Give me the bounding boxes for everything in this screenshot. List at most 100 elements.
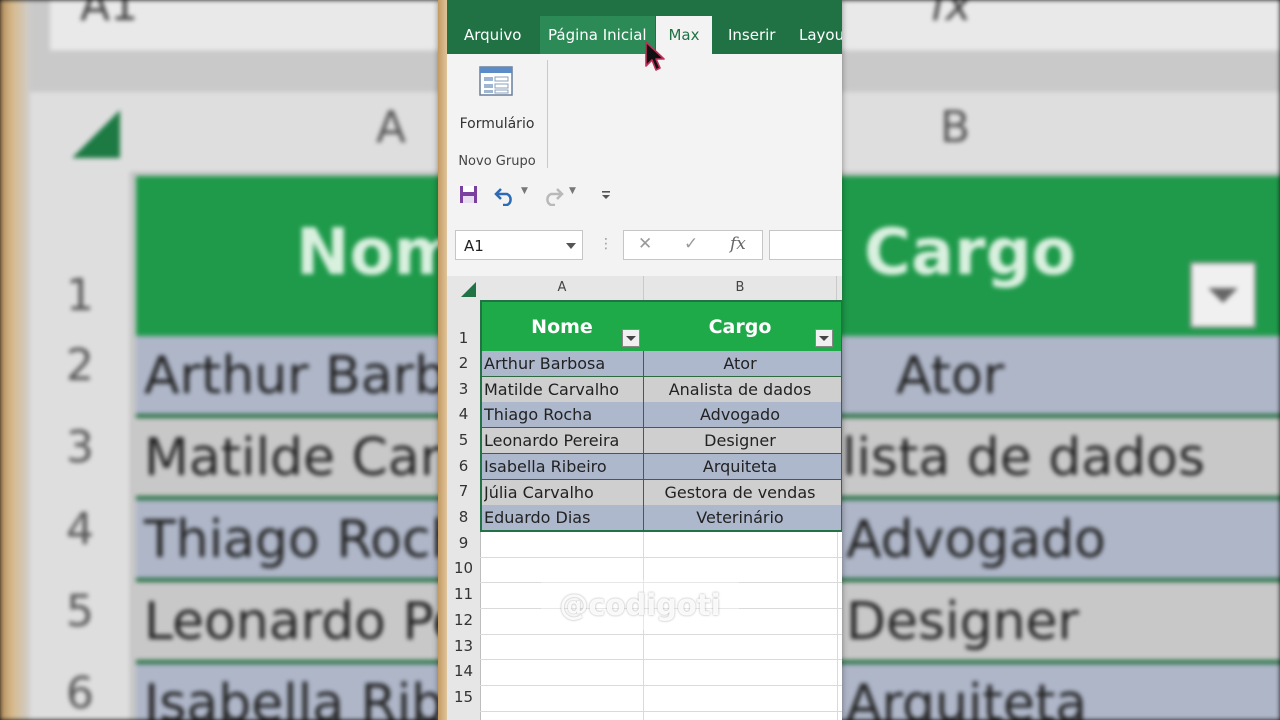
background-cell-nome: Isabella Ribe — [144, 674, 477, 720]
background-col-a: A — [376, 102, 407, 153]
redo-dropdown-icon[interactable]: ▼ — [569, 186, 576, 196]
cell-cargo[interactable]: Advogado — [644, 402, 836, 427]
window-edge — [438, 0, 447, 720]
row-headers: 1 2 3 4 5 6 7 8 9 10 11 12 13 14 15 — [447, 300, 481, 720]
cell-cargo[interactable]: Ator — [644, 351, 836, 376]
background-cell-cargo: lista de dados — [842, 428, 1206, 488]
background-row-number: 6 — [66, 668, 94, 719]
background-filter-dropdown — [1190, 262, 1256, 328]
background-cell-cargo: Arquiteta — [846, 674, 1088, 720]
tab-arquivo[interactable]: Arquivo — [456, 16, 529, 54]
row-number[interactable]: 5 — [447, 431, 480, 449]
table-row: Isabella Ribeiro Arquiteta — [481, 453, 842, 480]
formulario-button[interactable]: Formulário — [453, 62, 541, 132]
row-number[interactable]: 13 — [447, 637, 480, 655]
table-row: Matilde Carvalho Analista de dados — [481, 376, 842, 403]
cell-cargo[interactable]: Arquiteta — [644, 454, 836, 479]
cell-cargo[interactable]: Veterinário — [644, 505, 836, 530]
column-header-b[interactable]: B — [644, 276, 837, 300]
table-row: Leonardo Pereira Designer — [481, 428, 842, 455]
table-row: Thiago Rocha Advogado — [481, 402, 842, 429]
redo-icon[interactable] — [541, 184, 565, 206]
table-header-row: Nome Cargo — [481, 301, 842, 351]
row-gridline — [480, 659, 842, 661]
row-number[interactable]: 11 — [447, 585, 480, 603]
column-headers: A B — [447, 276, 842, 301]
background-row-number: 2 — [66, 340, 94, 391]
mouse-cursor-icon — [645, 41, 665, 71]
background-cell-cargo: Designer — [846, 592, 1079, 652]
background-row-number: 4 — [66, 504, 94, 555]
save-icon[interactable] — [457, 184, 481, 206]
background-name-box: A1 — [80, 0, 139, 31]
name-box-dropdown-icon[interactable] — [566, 243, 576, 249]
form-icon — [479, 66, 513, 96]
name-box[interactable]: A1 — [455, 230, 583, 260]
background-cell-cargo: Advogado — [846, 510, 1106, 570]
cell-cargo[interactable]: Analista de dados — [644, 377, 836, 402]
tab-layout[interactable]: Layout — [791, 16, 842, 54]
tab-inserir[interactable]: Inserir — [720, 16, 783, 54]
cancel-icon[interactable]: ✕ — [638, 234, 652, 254]
row-number[interactable]: 10 — [447, 559, 480, 577]
row-number[interactable]: 14 — [447, 662, 480, 680]
cell-nome[interactable]: Isabella Ribeiro — [484, 454, 642, 479]
formula-bar: A1 ⋮ ✕ ✓ fx — [447, 218, 842, 276]
cell-cargo[interactable]: Designer — [644, 428, 836, 453]
background-cell-nome: Leonardo Pe — [144, 592, 464, 652]
row-number[interactable]: 4 — [447, 405, 480, 423]
row-number[interactable]: 2 — [447, 354, 480, 372]
enter-icon[interactable]: ✓ — [684, 234, 698, 254]
background-cell-nome: Arthur Barbo — [144, 346, 479, 406]
row-number[interactable]: 7 — [447, 482, 480, 500]
row-gridline — [480, 633, 842, 635]
formula-input[interactable] — [769, 230, 842, 260]
cell-nome[interactable]: Eduardo Dias — [484, 505, 642, 530]
row-number[interactable]: 3 — [447, 380, 480, 398]
group-label: Novo Grupo — [458, 154, 536, 169]
cell-nome[interactable]: Arthur Barbosa — [484, 351, 642, 376]
row-gridline — [480, 556, 842, 558]
background-row-number: 1 — [66, 270, 94, 321]
background-cell-nome: Thiago Roch — [144, 510, 464, 570]
cell-nome[interactable]: Thiago Rocha — [484, 402, 642, 427]
row-number[interactable]: 6 — [447, 457, 480, 475]
row-gridline — [480, 710, 842, 712]
cell-cargo[interactable]: Gestora de vendas — [644, 480, 836, 505]
undo-icon[interactable] — [493, 184, 517, 206]
table-row: Júlia Carvalho Gestora de vendas — [481, 479, 842, 506]
table-row: Eduardo Dias Veterinário — [481, 505, 842, 532]
background-row-number: 5 — [66, 586, 94, 637]
background-header-cargo: Cargo — [864, 216, 1076, 290]
filter-nome-dropdown-icon[interactable] — [622, 329, 640, 347]
select-all-corner[interactable] — [461, 282, 476, 297]
background-edge — [0, 0, 30, 720]
formulario-label: Formulário — [459, 116, 535, 132]
ribbon-divider — [547, 60, 548, 168]
name-box-value: A1 — [464, 237, 484, 255]
background-header-nome: Nom — [296, 216, 461, 290]
background-cell-cargo: Ator — [896, 346, 1005, 406]
column-header-a[interactable]: A — [481, 276, 644, 300]
undo-dropdown-icon[interactable]: ▼ — [521, 186, 528, 196]
cell-nome[interactable]: Júlia Carvalho — [484, 480, 642, 505]
header-cargo[interactable]: Cargo — [644, 301, 836, 351]
cell-nome[interactable]: Leonardo Pereira — [484, 428, 642, 453]
formula-bar-grip-icon[interactable]: ⋮ — [599, 236, 613, 252]
row-number[interactable]: 9 — [447, 534, 480, 552]
row-number[interactable]: 1 — [447, 329, 480, 347]
filter-cargo-dropdown-icon[interactable] — [815, 329, 833, 347]
header-nome[interactable]: Nome — [481, 301, 643, 351]
row-number[interactable]: 8 — [447, 508, 480, 526]
background-cell-nome: Matilde Car — [144, 428, 442, 488]
tab-pagina-inicial[interactable]: Página Inicial — [540, 16, 655, 54]
row-number[interactable]: 12 — [447, 611, 480, 629]
row-number[interactable]: 15 — [447, 688, 480, 706]
insert-function-icon[interactable]: fx — [730, 234, 746, 254]
cell-nome[interactable]: Matilde Carvalho — [484, 377, 642, 402]
quick-access-toolbar: ▼ ▼ — [447, 172, 842, 218]
background-fx-label: fx — [930, 0, 972, 31]
background-select-all-corner — [72, 110, 120, 158]
customize-qat-icon[interactable] — [594, 184, 618, 206]
table-row: Arthur Barbosa Ator — [481, 351, 842, 377]
